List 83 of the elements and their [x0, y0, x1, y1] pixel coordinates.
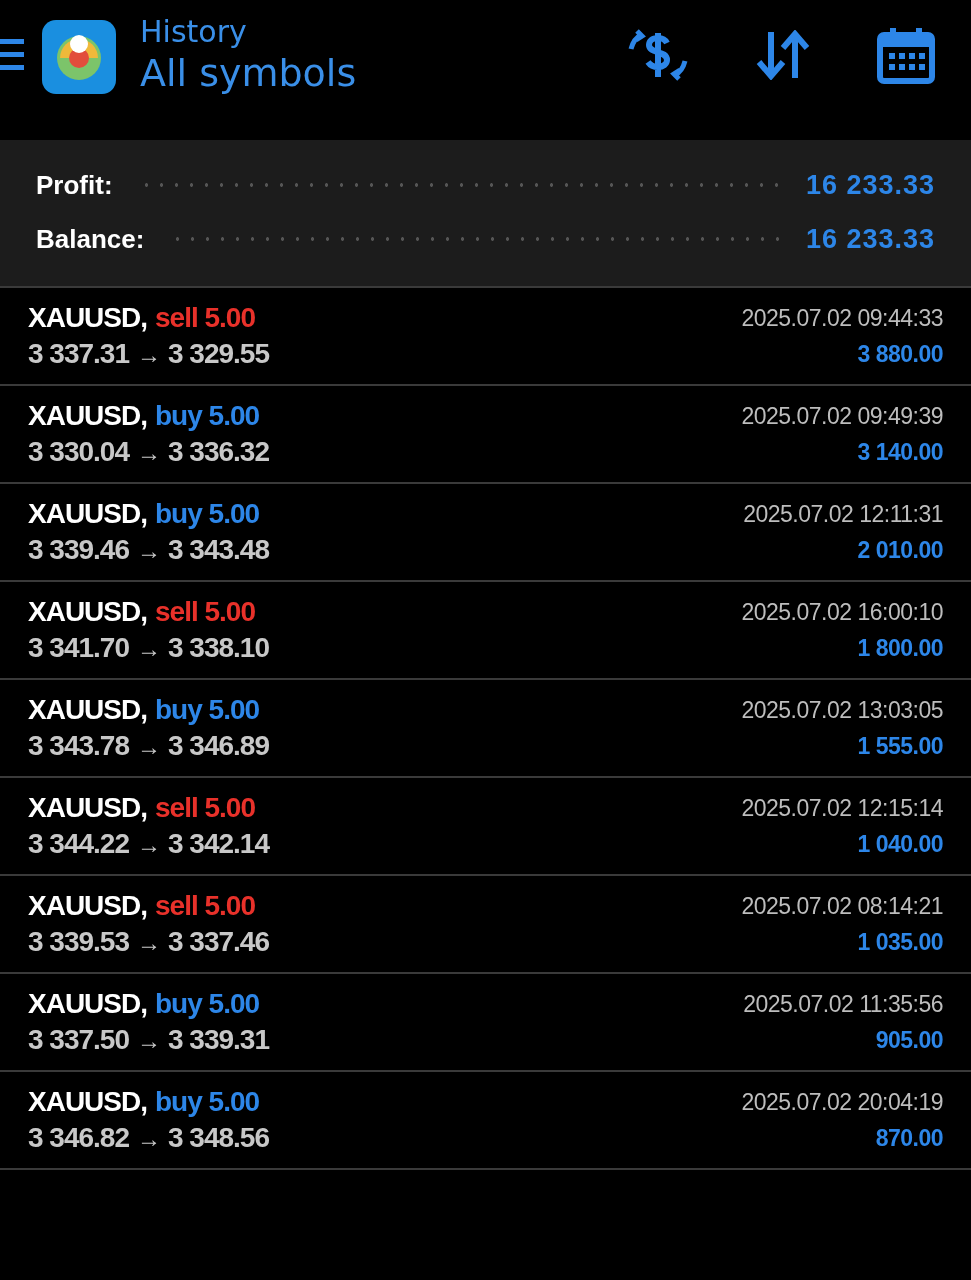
trade-type: sell 5.00 — [155, 594, 255, 629]
trade-type: sell 5.00 — [155, 300, 255, 335]
arrow-icon: → — [137, 827, 160, 862]
summary-value: 16 233.33 — [805, 169, 935, 201]
arrow-icon: → — [137, 1023, 160, 1058]
close-price: 3 348.56 — [168, 1120, 269, 1155]
arrow-icon: → — [137, 337, 160, 372]
profit-value: 905.00 — [875, 1026, 943, 1055]
sort-icon[interactable] — [755, 30, 811, 80]
app-logo-icon — [42, 20, 116, 94]
trade-type: sell 5.00 — [155, 888, 255, 923]
symbol-name: XAUUSD, — [28, 398, 147, 433]
screen-subtitle: History — [140, 14, 248, 50]
open-price: 3 339.53 — [28, 924, 129, 959]
profit-value: 3 140.00 — [857, 438, 943, 467]
close-time: 2025.07.02 09:49:39 — [741, 402, 943, 431]
arrow-icon: → — [137, 533, 160, 568]
close-price: 3 339.31 — [168, 1022, 269, 1057]
open-price: 3 346.82 — [28, 1120, 129, 1155]
profit-value: 1 800.00 — [857, 634, 943, 663]
close-time: 2025.07.02 20:04:19 — [741, 1088, 943, 1117]
close-price: 3 343.48 — [168, 532, 269, 567]
trade-type: sell 5.00 — [155, 790, 255, 825]
trade-type: buy 5.00 — [155, 692, 260, 727]
close-time: 2025.07.02 12:15:14 — [741, 794, 943, 823]
close-price: 3 346.89 — [168, 728, 269, 763]
profit-value: 870.00 — [875, 1124, 943, 1153]
deal-row[interactable]: XAUUSD, buy 5.00 3 337.50 → 3 339.31 2025.07.02 11:35:56 905.00 — [0, 974, 971, 1072]
symbol-name: XAUUSD, — [28, 1084, 147, 1119]
trade-type: buy 5.00 — [155, 398, 260, 433]
open-price: 3 339.46 — [28, 532, 129, 567]
symbol-name: XAUUSD, — [28, 790, 147, 825]
deal-row[interactable]: XAUUSD, sell 5.00 3 337.31 → 3 329.55 2025.07.02 09:44:33 3 880.00 — [0, 288, 971, 386]
close-time: 2025.07.02 12:11:31 — [743, 500, 943, 529]
close-price: 3 336.32 — [168, 434, 269, 469]
open-price: 3 343.78 — [28, 728, 129, 763]
trade-type: buy 5.00 — [155, 986, 260, 1021]
deal-row[interactable]: XAUUSD, buy 5.00 3 339.46 → 3 343.48 2025.07.02 12:11:31 2 010.00 — [0, 484, 971, 582]
open-price: 3 337.50 — [28, 1022, 129, 1057]
close-time: 2025.07.02 08:14:21 — [741, 892, 943, 921]
profit-value: 2 010.00 — [857, 536, 943, 565]
open-price: 3 344.22 — [28, 826, 129, 861]
summary-label: Profit: — [36, 169, 113, 201]
open-price: 3 330.04 — [28, 434, 129, 469]
close-time: 2025.07.02 11:35:56 — [743, 990, 943, 1019]
profit-value: 1 035.00 — [857, 928, 943, 957]
close-time: 2025.07.02 13:03:05 — [741, 696, 943, 725]
deal-row[interactable]: XAUUSD, sell 5.00 3 344.22 → 3 342.14 2025.07.02 12:15:14 1 040.00 — [0, 778, 971, 876]
deal-row[interactable]: XAUUSD, sell 5.00 3 339.53 → 3 337.46 2025.07.02 08:14:21 1 035.00 — [0, 876, 971, 974]
profit-value: 1 040.00 — [857, 830, 943, 859]
arrow-icon: → — [137, 631, 160, 666]
symbol-name: XAUUSD, — [28, 496, 147, 531]
open-price: 3 341.70 — [28, 630, 129, 665]
arrow-icon: → — [137, 1121, 160, 1156]
close-price: 3 338.10 — [168, 630, 269, 665]
close-price: 3 329.55 — [168, 336, 269, 371]
symbol-name: XAUUSD, — [28, 986, 147, 1021]
menu-icon[interactable] — [0, 37, 24, 73]
deal-row[interactable]: XAUUSD, buy 5.00 3 330.04 → 3 336.32 2025.07.02 09:49:39 3 140.00 — [0, 386, 971, 484]
deal-row[interactable]: XAUUSD, sell 5.00 3 341.70 → 3 338.10 2025.07.02 16:00:10 1 800.00 — [0, 582, 971, 680]
symbol-name: XAUUSD, — [28, 300, 147, 335]
close-price: 3 337.46 — [168, 924, 269, 959]
close-price: 3 342.14 — [168, 826, 269, 861]
profit-value: 1 555.00 — [857, 732, 943, 761]
symbol-name: XAUUSD, — [28, 692, 147, 727]
calendar-icon[interactable] — [877, 26, 935, 84]
profit-value: 3 880.00 — [857, 340, 943, 369]
close-time: 2025.07.02 16:00:10 — [741, 598, 943, 627]
close-time: 2025.07.02 09:44:33 — [741, 304, 943, 333]
summary-value: 16 233.33 — [805, 223, 935, 255]
deal-row[interactable]: XAUUSD, buy 5.00 3 346.82 → 3 348.56 2025.07.02 20:04:19 870.00 — [0, 1072, 971, 1170]
trade-type: buy 5.00 — [155, 496, 260, 531]
arrow-icon: → — [137, 925, 160, 960]
summary-label: Balance: — [36, 223, 145, 255]
symbol-name: XAUUSD, — [28, 594, 147, 629]
arrow-icon: → — [137, 435, 160, 470]
trade-type: buy 5.00 — [155, 1084, 260, 1119]
currency-exchange-icon[interactable] — [627, 27, 689, 83]
symbol-filter[interactable]: All symbols — [140, 50, 357, 96]
deal-row[interactable]: XAUUSD, buy 5.00 3 343.78 → 3 346.89 2025.07.02 13:03:05 1 555.00 — [0, 680, 971, 778]
open-price: 3 337.31 — [28, 336, 129, 371]
symbol-name: XAUUSD, — [28, 888, 147, 923]
arrow-icon: → — [137, 729, 160, 764]
